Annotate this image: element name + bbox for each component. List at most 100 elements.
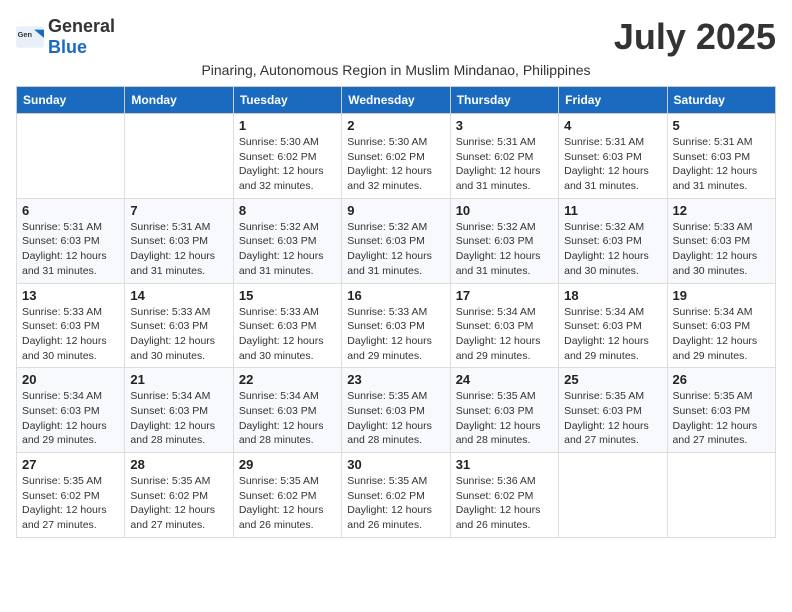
day-info: Sunrise: 5:33 AMSunset: 6:03 PMDaylight:…: [239, 305, 336, 364]
calendar-cell: 1Sunrise: 5:30 AMSunset: 6:02 PMDaylight…: [233, 114, 341, 199]
weekday-header: Tuesday: [233, 87, 341, 114]
logo: Gen General Blue: [16, 16, 115, 58]
day-number: 23: [347, 372, 444, 387]
day-number: 7: [130, 203, 227, 218]
day-number: 25: [564, 372, 661, 387]
calendar-cell: 5 Sunrise: 5:31 AMSunset: 6:03 PMDaylight…: [667, 114, 775, 199]
calendar-cell: 28 Sunrise: 5:35 AMSunset: 6:02 PMDayligh…: [125, 453, 233, 538]
logo-general: General: [48, 16, 115, 36]
calendar-cell: 30 Sunrise: 5:35 AMSunset: 6:02 PMDayligh…: [342, 453, 450, 538]
header: Gen General Blue July 2025: [16, 16, 776, 58]
day-info: Sunrise: 5:31 AMSunset: 6:03 PMDaylight:…: [130, 220, 227, 279]
day-number: 16: [347, 288, 444, 303]
weekday-header: Saturday: [667, 87, 775, 114]
weekday-header: Friday: [559, 87, 667, 114]
weekday-header: Thursday: [450, 87, 558, 114]
day-info: Sunrise: 5:35 AMSunset: 6:03 PMDaylight:…: [456, 389, 553, 448]
weekday-header: Monday: [125, 87, 233, 114]
day-info: Sunrise: 5:31 AMSunset: 6:02 PMDaylight:…: [456, 135, 553, 194]
calendar-cell: 24 Sunrise: 5:35 AMSunset: 6:03 PMDayligh…: [450, 368, 558, 453]
day-number: 5: [673, 118, 770, 133]
calendar-cell: 7 Sunrise: 5:31 AMSunset: 6:03 PMDaylight…: [125, 198, 233, 283]
day-info: Sunrise: 5:32 AMSunset: 6:03 PMDaylight:…: [564, 220, 661, 279]
calendar-cell: 8Sunrise: 5:32 AMSunset: 6:03 PMDaylight…: [233, 198, 341, 283]
day-info: Sunrise: 5:31 AMSunset: 6:03 PMDaylight:…: [564, 135, 661, 194]
calendar-cell: 26 Sunrise: 5:35 AMSunset: 6:03 PMDayligh…: [667, 368, 775, 453]
day-info: Sunrise: 5:32 AMSunset: 6:03 PMDaylight:…: [239, 220, 336, 279]
day-number: 6: [22, 203, 119, 218]
day-number: 9: [347, 203, 444, 218]
calendar-subtitle: Pinaring, Autonomous Region in Muslim Mi…: [16, 62, 776, 78]
calendar-cell: [559, 453, 667, 538]
day-info: Sunrise: 5:30 AMSunset: 6:02 PMDaylight:…: [239, 135, 336, 194]
day-number: 4: [564, 118, 661, 133]
calendar-cell: [667, 453, 775, 538]
day-number: 29: [239, 457, 336, 472]
svg-text:Gen: Gen: [18, 30, 33, 39]
calendar-week-row: 6 Sunrise: 5:31 AMSunset: 6:03 PMDaylight…: [17, 198, 776, 283]
calendar-cell: [125, 114, 233, 199]
calendar-cell: 19Sunrise: 5:34 AMSunset: 6:03 PMDayligh…: [667, 283, 775, 368]
day-number: 27: [22, 457, 119, 472]
day-info: Sunrise: 5:34 AMSunset: 6:03 PMDaylight:…: [239, 389, 336, 448]
calendar-cell: 11Sunrise: 5:32 AMSunset: 6:03 PMDayligh…: [559, 198, 667, 283]
calendar-cell: 17 Sunrise: 5:34 AMSunset: 6:03 PMDayligh…: [450, 283, 558, 368]
day-number: 24: [456, 372, 553, 387]
calendar-cell: 29 Sunrise: 5:35 AMSunset: 6:02 PMDayligh…: [233, 453, 341, 538]
day-number: 31: [456, 457, 553, 472]
day-info: Sunrise: 5:31 AMSunset: 6:03 PMDaylight:…: [673, 135, 770, 194]
calendar-cell: 6 Sunrise: 5:31 AMSunset: 6:03 PMDaylight…: [17, 198, 125, 283]
day-info: Sunrise: 5:35 AMSunset: 6:02 PMDaylight:…: [347, 474, 444, 533]
day-info: Sunrise: 5:35 AMSunset: 6:02 PMDaylight:…: [239, 474, 336, 533]
day-info: Sunrise: 5:33 AMSunset: 6:03 PMDaylight:…: [22, 305, 119, 364]
calendar-cell: [17, 114, 125, 199]
day-info: Sunrise: 5:34 AMSunset: 6:03 PMDaylight:…: [456, 305, 553, 364]
calendar-week-row: 13Sunrise: 5:33 AMSunset: 6:03 PMDayligh…: [17, 283, 776, 368]
day-number: 22: [239, 372, 336, 387]
day-number: 17: [456, 288, 553, 303]
day-number: 28: [130, 457, 227, 472]
calendar-cell: 25Sunrise: 5:35 AMSunset: 6:03 PMDayligh…: [559, 368, 667, 453]
day-info: Sunrise: 5:31 AMSunset: 6:03 PMDaylight:…: [22, 220, 119, 279]
calendar-cell: 22 Sunrise: 5:34 AMSunset: 6:03 PMDayligh…: [233, 368, 341, 453]
day-info: Sunrise: 5:32 AMSunset: 6:03 PMDaylight:…: [456, 220, 553, 279]
day-number: 30: [347, 457, 444, 472]
day-info: Sunrise: 5:33 AMSunset: 6:03 PMDaylight:…: [347, 305, 444, 364]
weekday-header-row: SundayMondayTuesdayWednesdayThursdayFrid…: [17, 87, 776, 114]
day-info: Sunrise: 5:32 AMSunset: 6:03 PMDaylight:…: [347, 220, 444, 279]
logo-blue: Blue: [48, 37, 87, 57]
day-number: 21: [130, 372, 227, 387]
calendar-cell: 9 Sunrise: 5:32 AMSunset: 6:03 PMDaylight…: [342, 198, 450, 283]
day-info: Sunrise: 5:36 AMSunset: 6:02 PMDaylight:…: [456, 474, 553, 533]
day-number: 15: [239, 288, 336, 303]
day-info: Sunrise: 5:35 AMSunset: 6:02 PMDaylight:…: [22, 474, 119, 533]
day-info: Sunrise: 5:35 AMSunset: 6:03 PMDaylight:…: [347, 389, 444, 448]
calendar-cell: 27 Sunrise: 5:35 AMSunset: 6:02 PMDayligh…: [17, 453, 125, 538]
calendar-cell: 2 Sunrise: 5:30 AMSunset: 6:02 PMDaylight…: [342, 114, 450, 199]
calendar-cell: 10 Sunrise: 5:32 AMSunset: 6:03 PMDayligh…: [450, 198, 558, 283]
calendar-week-row: 27 Sunrise: 5:35 AMSunset: 6:02 PMDayligh…: [17, 453, 776, 538]
logo-text: General Blue: [48, 16, 115, 58]
calendar-cell: 23 Sunrise: 5:35 AMSunset: 6:03 PMDayligh…: [342, 368, 450, 453]
calendar-cell: 15 Sunrise: 5:33 AMSunset: 6:03 PMDayligh…: [233, 283, 341, 368]
day-number: 14: [130, 288, 227, 303]
day-info: Sunrise: 5:30 AMSunset: 6:02 PMDaylight:…: [347, 135, 444, 194]
calendar-table: SundayMondayTuesdayWednesdayThursdayFrid…: [16, 86, 776, 538]
day-info: Sunrise: 5:34 AMSunset: 6:03 PMDaylight:…: [22, 389, 119, 448]
day-info: Sunrise: 5:35 AMSunset: 6:03 PMDaylight:…: [673, 389, 770, 448]
day-number: 2: [347, 118, 444, 133]
day-number: 26: [673, 372, 770, 387]
month-title: July 2025: [614, 16, 776, 58]
weekday-header: Sunday: [17, 87, 125, 114]
day-info: Sunrise: 5:34 AMSunset: 6:03 PMDaylight:…: [564, 305, 661, 364]
calendar-week-row: 20 Sunrise: 5:34 AMSunset: 6:03 PMDayligh…: [17, 368, 776, 453]
day-info: Sunrise: 5:33 AMSunset: 6:03 PMDaylight:…: [673, 220, 770, 279]
day-number: 20: [22, 372, 119, 387]
day-info: Sunrise: 5:35 AMSunset: 6:02 PMDaylight:…: [130, 474, 227, 533]
day-info: Sunrise: 5:34 AMSunset: 6:03 PMDaylight:…: [673, 305, 770, 364]
calendar-cell: 20 Sunrise: 5:34 AMSunset: 6:03 PMDayligh…: [17, 368, 125, 453]
day-number: 10: [456, 203, 553, 218]
weekday-header: Wednesday: [342, 87, 450, 114]
calendar-cell: 18Sunrise: 5:34 AMSunset: 6:03 PMDayligh…: [559, 283, 667, 368]
calendar-cell: 4 Sunrise: 5:31 AMSunset: 6:03 PMDaylight…: [559, 114, 667, 199]
